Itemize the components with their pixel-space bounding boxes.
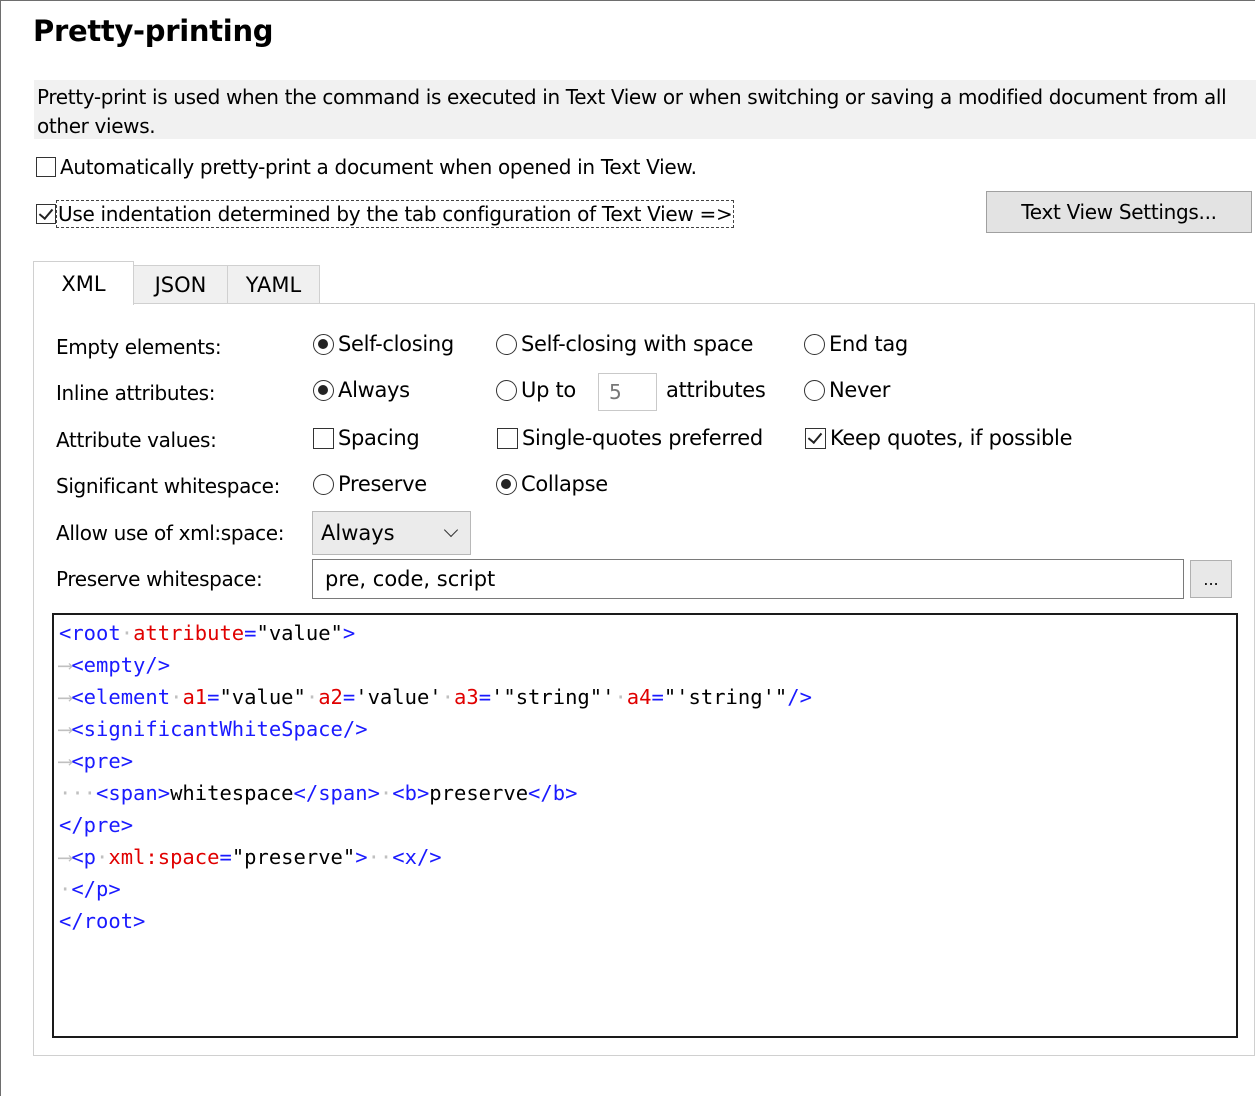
xml-space-value: Always [321,521,395,545]
preserve-whitespace-input[interactable]: pre, code, script [312,559,1184,599]
auto-pretty-print-label: Automatically pretty-print a document wh… [60,155,697,179]
use-indentation-label: Use indentation determined by the tab co… [55,200,735,228]
end-tag-radio-option[interactable]: End tag [804,332,908,356]
preserve-whitespace-label: Preserve whitespace: [56,567,263,591]
code-line-4: ⟶<significantWhiteSpace/> [59,717,368,741]
xml-space-label: Allow use of xml:space: [56,521,285,545]
use-indentation-checkbox[interactable] [36,204,56,224]
browse-button[interactable]: ... [1190,560,1232,598]
preserve-label: Preserve [338,472,427,496]
code-line-5: ⟶<pre> [59,749,134,773]
xml-space-select[interactable]: Always [312,511,471,555]
code-line-1: <root·attribute="value"> [59,621,356,645]
code-line-8: ⟶<p·xml:space="preserve">··<x/> [59,845,442,869]
keep-quotes-option[interactable]: Keep quotes, if possible [805,426,1072,450]
tab-yaml[interactable]: YAML [227,265,320,303]
auto-pretty-print-option[interactable]: Automatically pretty-print a document wh… [36,155,697,179]
spacing-label: Spacing [338,426,420,450]
never-label: Never [829,378,891,402]
self-closing-radio[interactable] [313,333,334,355]
inline-attributes-label: Inline attributes: [56,381,216,405]
auto-pretty-print-checkbox[interactable] [36,157,56,177]
empty-elements-label: Empty elements: [56,335,222,359]
self-closing-label: Self-closing [338,332,454,356]
code-line-9: ·</p> [59,877,121,901]
end-tag-radio[interactable] [804,333,825,355]
end-tag-label: End tag [829,332,908,356]
attribute-count-input[interactable]: 5 [598,373,657,411]
description-text: Pretty-print is used when the command is… [37,85,1227,138]
never-radio-option[interactable]: Never [804,378,890,402]
self-closing-space-label: Self-closing with space [521,332,754,356]
spacing-option[interactable]: Spacing [313,426,420,450]
collapse-label: Collapse [521,472,608,496]
preserve-radio[interactable] [313,473,334,495]
text-view-settings-button[interactable]: Text View Settings... [986,191,1252,233]
keep-quotes-label: Keep quotes, if possible [830,426,1073,450]
self-closing-space-radio-option[interactable]: Self-closing with space [496,332,753,356]
attributes-label: attributes [666,378,766,402]
always-label: Always [338,378,410,402]
always-radio[interactable] [313,379,334,401]
up-to-label: Up to [521,378,576,402]
single-quotes-label: Single-quotes preferred [522,426,763,450]
code-line-7: </pre> [59,813,134,837]
preview-code-area: <root·attribute="value"> ⟶<empty/> ⟶<ele… [52,613,1238,1038]
never-radio[interactable] [804,379,825,401]
self-closing-radio-option[interactable]: Self-closing [313,332,454,356]
tab-xml[interactable]: XML [33,261,134,305]
collapse-radio[interactable] [496,473,517,495]
keep-quotes-checkbox[interactable] [805,427,826,449]
single-quotes-checkbox[interactable] [497,427,518,449]
attribute-values-label: Attribute values: [56,428,217,452]
single-quotes-option[interactable]: Single-quotes preferred [497,426,763,450]
up-to-radio[interactable] [496,379,517,401]
spacing-checkbox[interactable] [313,427,334,449]
significant-whitespace-label: Significant whitespace: [56,474,281,498]
code-line-10: </root> [59,909,146,933]
page-title: Pretty-printing [33,14,274,48]
description-box: Pretty-print is used when the command is… [34,80,1256,139]
collapse-radio-option[interactable]: Collapse [496,472,608,496]
self-closing-space-radio[interactable] [496,333,517,355]
chevron-down-icon [443,522,459,538]
always-radio-option[interactable]: Always [313,378,410,402]
code-line-2: ⟶<empty/> [59,653,171,677]
code-line-3: ⟶<element·a1="value"·a2='value'·a3='"str… [59,685,812,709]
code-line-6: ···<span>whitespace</span>·<b>preserve</… [59,781,578,805]
tab-json[interactable]: JSON [133,265,228,303]
up-to-radio-option[interactable]: Up to [496,378,576,402]
preserve-radio-option[interactable]: Preserve [313,472,427,496]
use-indentation-option[interactable]: Use indentation determined by the tab co… [36,200,735,228]
